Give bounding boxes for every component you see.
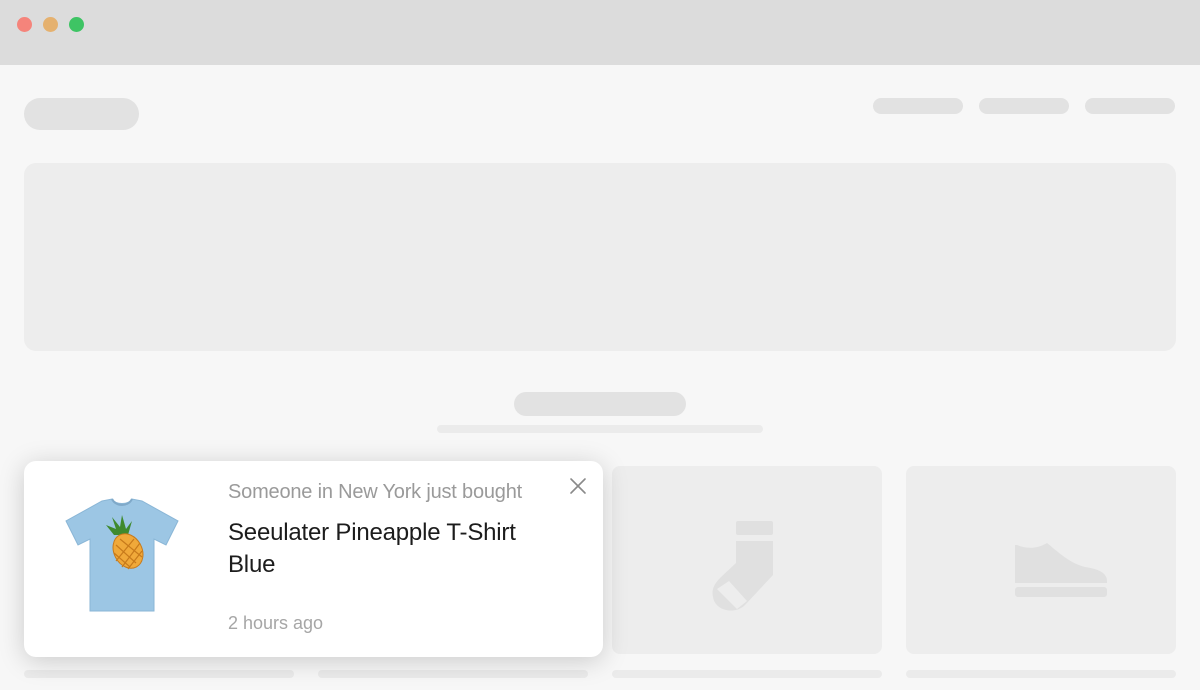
section-subheading-placeholder (437, 425, 763, 433)
product-name[interactable]: Seeulater Pineapple T-Shirt Blue (228, 517, 568, 581)
nav-item-placeholder (1085, 98, 1175, 114)
window-titlebar (0, 0, 1200, 65)
nav-item-placeholder (979, 98, 1069, 114)
notification-timestamp: 2 hours ago (228, 613, 324, 633)
product-caption-placeholder (906, 670, 1176, 678)
logo-placeholder (24, 98, 139, 130)
nav-item-placeholder (873, 98, 963, 114)
close-icon[interactable] (568, 476, 588, 496)
minimize-window-button[interactable] (43, 17, 58, 32)
product-caption-placeholder (24, 670, 294, 678)
hero-banner-placeholder (24, 163, 1176, 351)
shoe-icon (1015, 543, 1107, 597)
product-image (65, 498, 179, 612)
maximize-window-button[interactable] (69, 17, 84, 32)
sales-notification-popup[interactable]: Someone in New York just bought Seeulate… (24, 461, 603, 657)
notification-subtitle: Someone in New York just bought (228, 481, 522, 503)
close-window-button[interactable] (17, 17, 32, 32)
section-heading-placeholder (514, 392, 686, 416)
product-caption-placeholder (318, 670, 588, 678)
product-caption-placeholder (612, 670, 882, 678)
sock-icon (712, 521, 773, 611)
